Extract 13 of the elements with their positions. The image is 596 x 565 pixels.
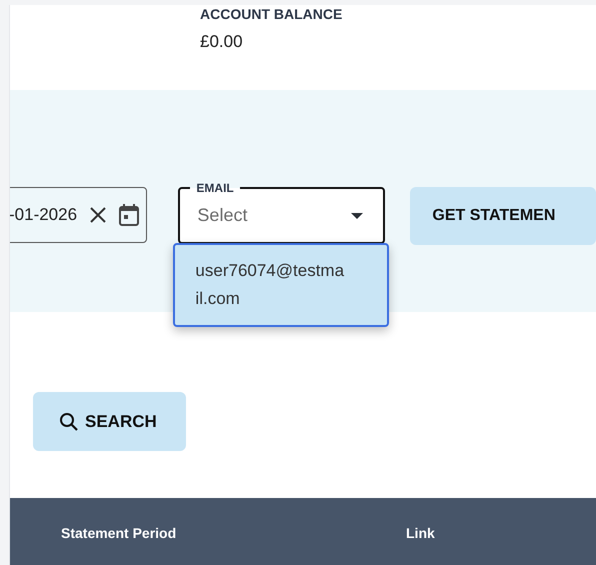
clear-icon[interactable]: [88, 205, 108, 225]
dropdown-option[interactable]: user76074@testmail.com: [173, 243, 390, 327]
calendar-icon[interactable]: [118, 203, 140, 227]
search-icon: [59, 412, 79, 432]
account-balance-label: ACCOUNT BALANCE: [200, 6, 344, 22]
get-statement-button[interactable]: GET STATEMEN: [410, 187, 596, 245]
column-header: Link: [406, 525, 435, 541]
date-field[interactable]: -01-2026: [10, 187, 148, 243]
email-label: EMAIL: [190, 181, 240, 195]
column-header: Statement Period: [61, 525, 178, 541]
caret-icon: [351, 212, 364, 218]
search-button[interactable]: SEARCH: [33, 392, 186, 451]
account-balance-value: £0.00: [200, 32, 244, 52]
